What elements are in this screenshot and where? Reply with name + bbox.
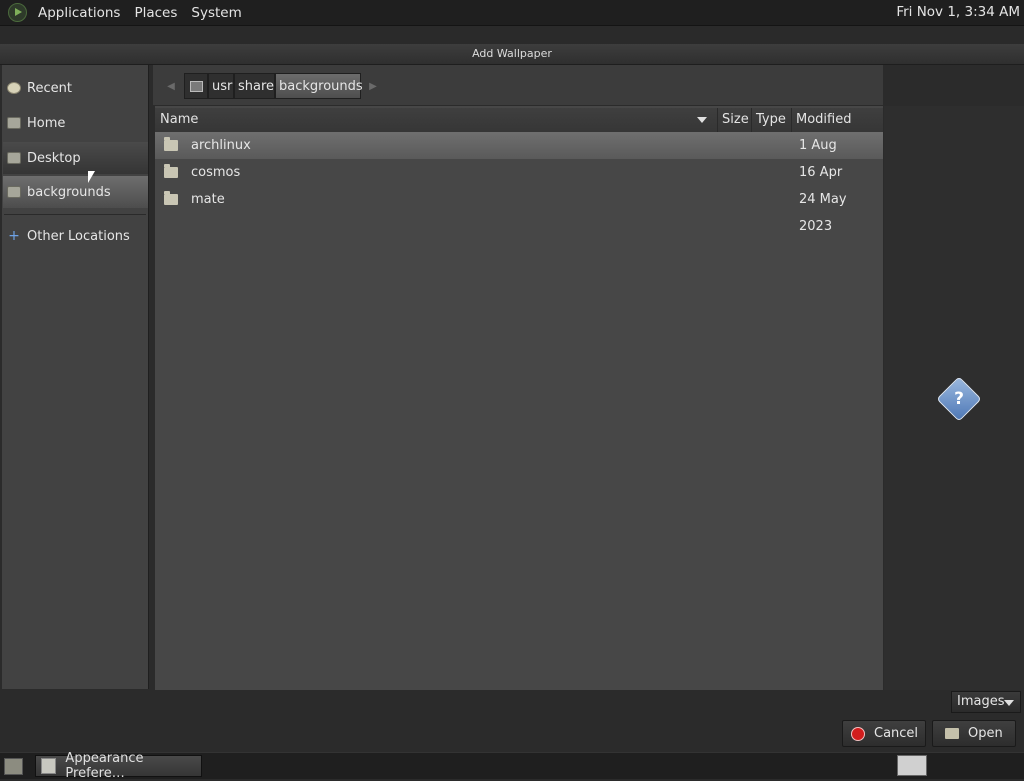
folder-icon: [7, 186, 21, 198]
panel-clock[interactable]: Fri Nov 1, 3:34 AM: [896, 4, 1020, 20]
column-name[interactable]: Name: [160, 108, 198, 132]
sidebar-item-label: Recent: [27, 80, 72, 96]
file-modified: 16 Apr: [799, 165, 843, 180]
drive-icon: [189, 81, 203, 92]
table-row[interactable]: cosmos 16 Apr: [155, 159, 883, 186]
open-label: Open: [968, 726, 1003, 741]
plus-icon: +: [8, 228, 20, 244]
file-modified: 1 Aug: [799, 138, 837, 153]
folder-icon: [164, 164, 178, 178]
taskbar-item-appearance[interactable]: Appearance Prefere…: [35, 751, 202, 781]
menu-places[interactable]: Places: [127, 5, 184, 21]
question-mark-glyph: ?: [954, 389, 964, 409]
sidebar-separator: [4, 214, 146, 215]
path-back-arrow-icon[interactable]: ◀: [161, 73, 181, 99]
crumb-backgrounds[interactable]: backgrounds: [275, 73, 363, 99]
mouse-cursor-icon: [88, 171, 95, 183]
filter-selected: Images: [957, 694, 1005, 709]
taskbar-item-label: Appearance Prefere…: [65, 751, 144, 781]
table-row[interactable]: mate 24 May 2023: [155, 186, 883, 234]
path-forward-arrow-icon[interactable]: ▶: [363, 73, 383, 99]
home-folder-icon: [7, 117, 21, 129]
recent-icon: [7, 82, 21, 94]
table-row[interactable]: archlinux 1 Aug: [155, 132, 883, 159]
file-name: cosmos: [191, 165, 241, 180]
sidebar-item-recent[interactable]: Recent: [3, 72, 148, 104]
chevron-down-icon: [1004, 700, 1014, 706]
file-name: mate: [191, 192, 225, 207]
file-list[interactable]: Name Size Type Modified archlinux 1 Aug …: [155, 106, 883, 690]
crumb-share[interactable]: share: [234, 73, 275, 99]
file-type-filter[interactable]: Images: [951, 691, 1021, 713]
file-modified: 24 May 2023: [799, 192, 847, 234]
dialog-title: Add Wallpaper: [0, 44, 1024, 65]
sidebar-item-backgrounds[interactable]: backgrounds: [3, 176, 148, 208]
list-header: Name Size Type Modified: [155, 108, 883, 133]
path-bar: ◀ usr share backgrounds ▶: [153, 65, 883, 105]
places-sidebar: Recent Home Desktop backgrounds + Other …: [2, 65, 149, 689]
mate-logo-icon[interactable]: [8, 3, 27, 22]
folder-icon: [164, 191, 178, 205]
window-titlebar[interactable]: [0, 26, 1024, 44]
appearance-app-icon: [41, 758, 57, 774]
open-folder-icon: [945, 728, 959, 739]
column-modified[interactable]: Modified: [791, 108, 884, 132]
sidebar-item-other-locations[interactable]: + Other Locations: [3, 220, 148, 252]
cancel-icon: [851, 726, 865, 741]
column-size[interactable]: Size: [717, 108, 752, 132]
desktop-folder-icon: [7, 152, 21, 164]
menu-applications[interactable]: Applications: [31, 5, 127, 21]
sidebar-item-label: Other Locations: [27, 228, 130, 244]
file-name: archlinux: [191, 138, 251, 153]
folder-icon: [164, 137, 178, 151]
show-desktop-icon[interactable]: [4, 758, 23, 775]
sidebar-item-label: backgrounds: [27, 184, 111, 200]
sidebar-item-label: Desktop: [27, 150, 81, 166]
bottom-taskbar: Appearance Prefere…: [0, 751, 1024, 781]
workspace-switcher[interactable]: [897, 755, 927, 776]
crumb-root[interactable]: [184, 73, 208, 99]
sidebar-item-desktop[interactable]: Desktop: [3, 142, 148, 174]
cancel-button[interactable]: Cancel: [842, 720, 926, 747]
menu-system[interactable]: System: [184, 5, 248, 21]
sidebar-item-home[interactable]: Home: [3, 107, 148, 139]
column-type[interactable]: Type: [751, 108, 790, 132]
top-panel: Applications Places System Fri Nov 1, 3:…: [0, 0, 1024, 26]
crumb-usr[interactable]: usr: [208, 73, 234, 99]
sidebar-item-label: Home: [27, 115, 66, 131]
cancel-label: Cancel: [874, 726, 919, 741]
sort-descending-icon: [697, 117, 707, 123]
open-button[interactable]: Open: [932, 720, 1016, 747]
